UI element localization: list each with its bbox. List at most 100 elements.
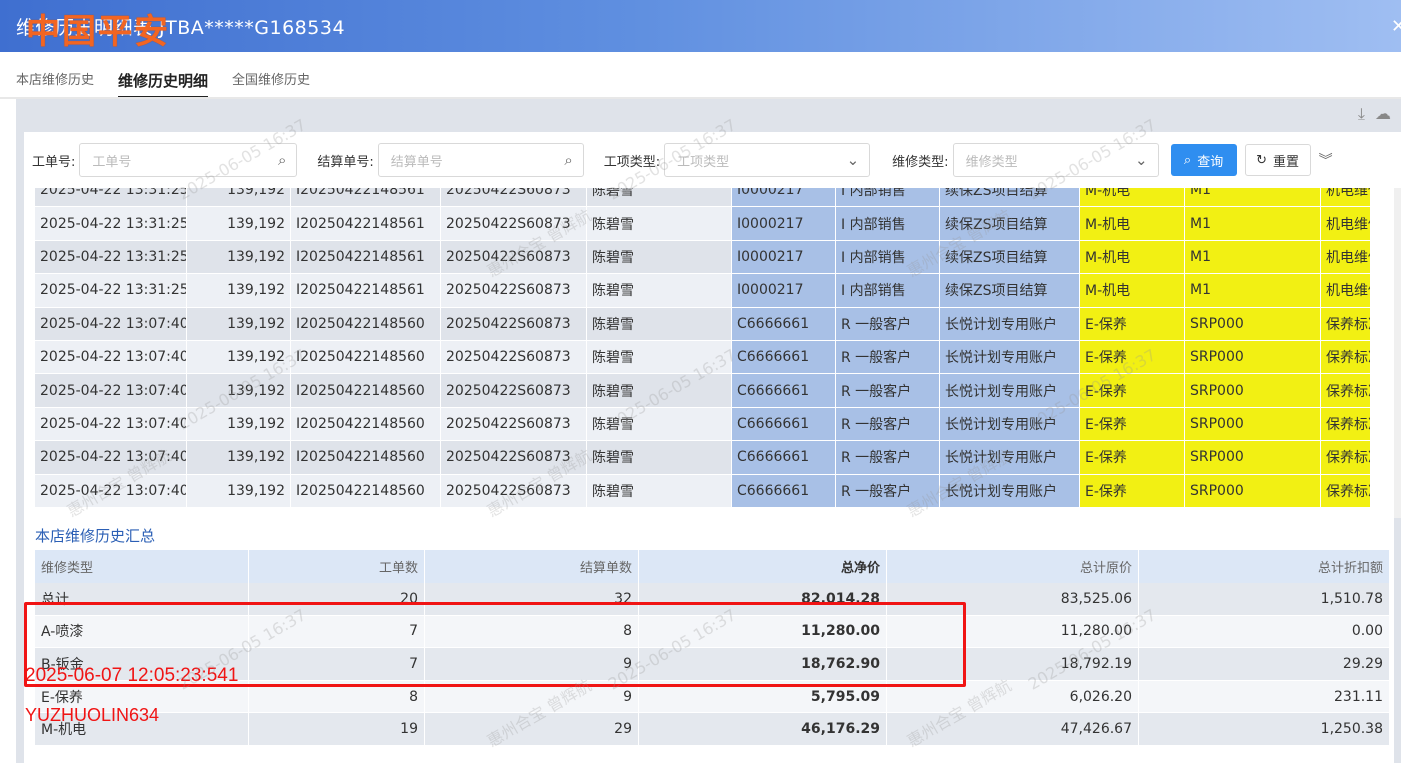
close-icon[interactable]: ✕ (1391, 16, 1401, 37)
table-cell: R 一般客户 (836, 407, 940, 442)
table-cell: SRP000 (1185, 307, 1321, 341)
reset-button[interactable]: ↻ 重置 (1244, 144, 1311, 176)
table-cell: I20250422148560 (291, 340, 441, 375)
table-cell: 续保ZS项目结算 (940, 207, 1080, 241)
table-cell: I 内部销售 (836, 240, 940, 275)
table-cell: 2025-04-22 13:07:40 (35, 340, 187, 375)
table-cell: I 内部销售 (836, 188, 940, 208)
summary-header: 工单数 (249, 550, 425, 583)
table-cell: M1 (1185, 207, 1321, 241)
table-cell: 20250422S60873 (441, 340, 587, 375)
table-cell: 2025-04-22 13:31:25 (35, 207, 187, 241)
tab-store-history[interactable]: 本店维修历史 (16, 64, 94, 98)
work-type-placeholder: 工项类型 (677, 154, 730, 170)
table-cell: I 内部销售 (836, 274, 940, 308)
settle-no-placeholder: 结算单号 (390, 154, 443, 170)
table-cell: E-保养 (1080, 474, 1185, 508)
table-row[interactable]: 2025-04-22 13:31:25 139,192 I2025042214856… (35, 274, 1371, 308)
table-cell: 139,192 (187, 374, 291, 408)
table-cell: 长悦计划专用账户 (940, 474, 1080, 508)
table-cell: 2025-04-22 13:31:25 (35, 274, 187, 308)
table-row[interactable]: 2025-04-22 13:07:40 139,192 I2025042214856… (35, 374, 1371, 408)
table-cell: M-机电 (1080, 274, 1185, 308)
search-icon[interactable]: ⌕ (564, 151, 572, 169)
table-cell: I20250422148560 (291, 307, 441, 341)
summary-cell: 231.11 (1139, 680, 1390, 714)
table-row[interactable]: 2025-04-22 13:07:40 139,192 I2025042214856… (35, 307, 1371, 341)
table-cell: E-保养 (1080, 340, 1185, 375)
repair-type-label: 维修类型: (892, 154, 949, 170)
table-cell: R 一般客户 (836, 340, 940, 375)
table-cell: I0000217 (732, 240, 836, 275)
table-cell: 139,192 (187, 340, 291, 375)
table-row[interactable]: 2025-04-22 13:31:25 139,192 I2025042214856… (35, 188, 1371, 208)
table-row[interactable]: 2025-04-22 13:31:25 139,192 I2025042214856… (35, 207, 1371, 241)
repair-type-placeholder: 维修类型 (965, 154, 1018, 170)
table-cell: 20250422S60873 (441, 240, 587, 275)
cloud-download-icon[interactable]: ☁ (1375, 104, 1391, 124)
table-cell: I20250422148560 (291, 474, 441, 508)
table-cell: R 一般客户 (836, 307, 940, 341)
table-row[interactable]: 2025-04-22 13:07:40 139,192 I2025042214856… (35, 340, 1371, 375)
refresh-icon: ↻ (1256, 152, 1267, 168)
table-cell: 陈碧雪 (587, 307, 732, 341)
table-cell: 139,192 (187, 407, 291, 442)
table-cell: 2025-04-22 13:31:25 (35, 240, 187, 275)
table-cell: 139,192 (187, 307, 291, 341)
table-cell: 陈碧雪 (587, 240, 732, 275)
download-icon[interactable]: ⤓ (1358, 104, 1365, 124)
table-cell: C6666661 (732, 340, 836, 375)
summary-title: 本店维修历史汇总 (35, 527, 156, 545)
table-cell: 20250422S60873 (441, 374, 587, 408)
table-cell: SRP000 (1185, 340, 1321, 375)
table-cell: 20250422S60873 (441, 407, 587, 442)
table-cell: 20250422S60873 (441, 274, 587, 308)
table-cell: I20250422148560 (291, 441, 441, 475)
detail-scrollbar[interactable] (1394, 188, 1401, 518)
search-icon: ⌕ (1183, 152, 1192, 168)
table-cell: 2025-04-22 13:07:40 (35, 407, 187, 442)
table-cell: 续保ZS项目结算 (940, 188, 1080, 208)
order-no-input[interactable]: 工单号 ⌕ (79, 143, 298, 177)
table-cell: I20250422148560 (291, 374, 441, 408)
work-type-select[interactable]: 工项类型 ⌄ (664, 143, 871, 177)
table-cell: 20250422S60873 (441, 307, 587, 341)
tab-national-history[interactable]: 全国维修历史 (232, 64, 310, 98)
table-row[interactable]: 2025-04-22 13:07:40 139,192 I2025042214856… (35, 407, 1371, 442)
settle-no-input[interactable]: 结算单号 ⌕ (377, 143, 584, 177)
query-button[interactable]: ⌕ 查询 (1170, 144, 1237, 176)
table-cell: I0000217 (732, 188, 836, 208)
table-cell: 保养标准 (1321, 407, 1371, 442)
table-cell: 机电维修 (1321, 274, 1371, 308)
tab-history-detail[interactable]: 维修历史明细 (118, 64, 209, 98)
stamp-user: YUZHUOLIN634 (25, 705, 160, 725)
table-cell: I 内部销售 (836, 207, 940, 241)
summary-header: 维修类型 (35, 550, 249, 583)
table-cell: 139,192 (187, 274, 291, 308)
expand-chevron-icon[interactable]: ︾ (1319, 150, 1333, 170)
table-cell: I20250422148561 (291, 207, 441, 241)
table-cell: 陈碧雪 (587, 474, 732, 508)
summary-row[interactable]: M-机电 19 29 46,176.29 47,426.67 1,250.38 (35, 713, 1390, 746)
search-icon[interactable]: ⌕ (278, 151, 286, 169)
table-cell: M-机电 (1080, 240, 1185, 275)
table-row[interactable]: 2025-04-22 13:07:40 139,192 I2025042214856… (35, 441, 1371, 475)
table-cell: 139,192 (187, 240, 291, 275)
table-cell: C6666661 (732, 474, 836, 508)
table-cell: R 一般客户 (836, 441, 940, 475)
table-cell: 2025-04-22 13:07:40 (35, 441, 187, 475)
table-cell: SRP000 (1185, 407, 1321, 442)
table-cell: 长悦计划专用账户 (940, 340, 1080, 375)
summary-header: 总计原价 (887, 550, 1139, 583)
table-cell: 保养标准 (1321, 441, 1371, 475)
table-cell: 保养标准 (1321, 374, 1371, 408)
table-row[interactable]: 2025-04-22 13:31:25 139,192 I2025042214856… (35, 240, 1371, 275)
table-row[interactable]: 2025-04-22 13:07:40 139,192 I2025042214856… (35, 474, 1371, 508)
table-cell: SRP000 (1185, 474, 1321, 508)
table-cell: 139,192 (187, 441, 291, 475)
table-cell: C6666661 (732, 374, 836, 408)
table-cell: 保养标准 (1321, 474, 1371, 508)
repair-type-select[interactable]: 维修类型 ⌄ (952, 143, 1159, 177)
toolbar-icons: ⤓ ☁ (1358, 104, 1391, 124)
table-cell: 139,192 (187, 474, 291, 508)
